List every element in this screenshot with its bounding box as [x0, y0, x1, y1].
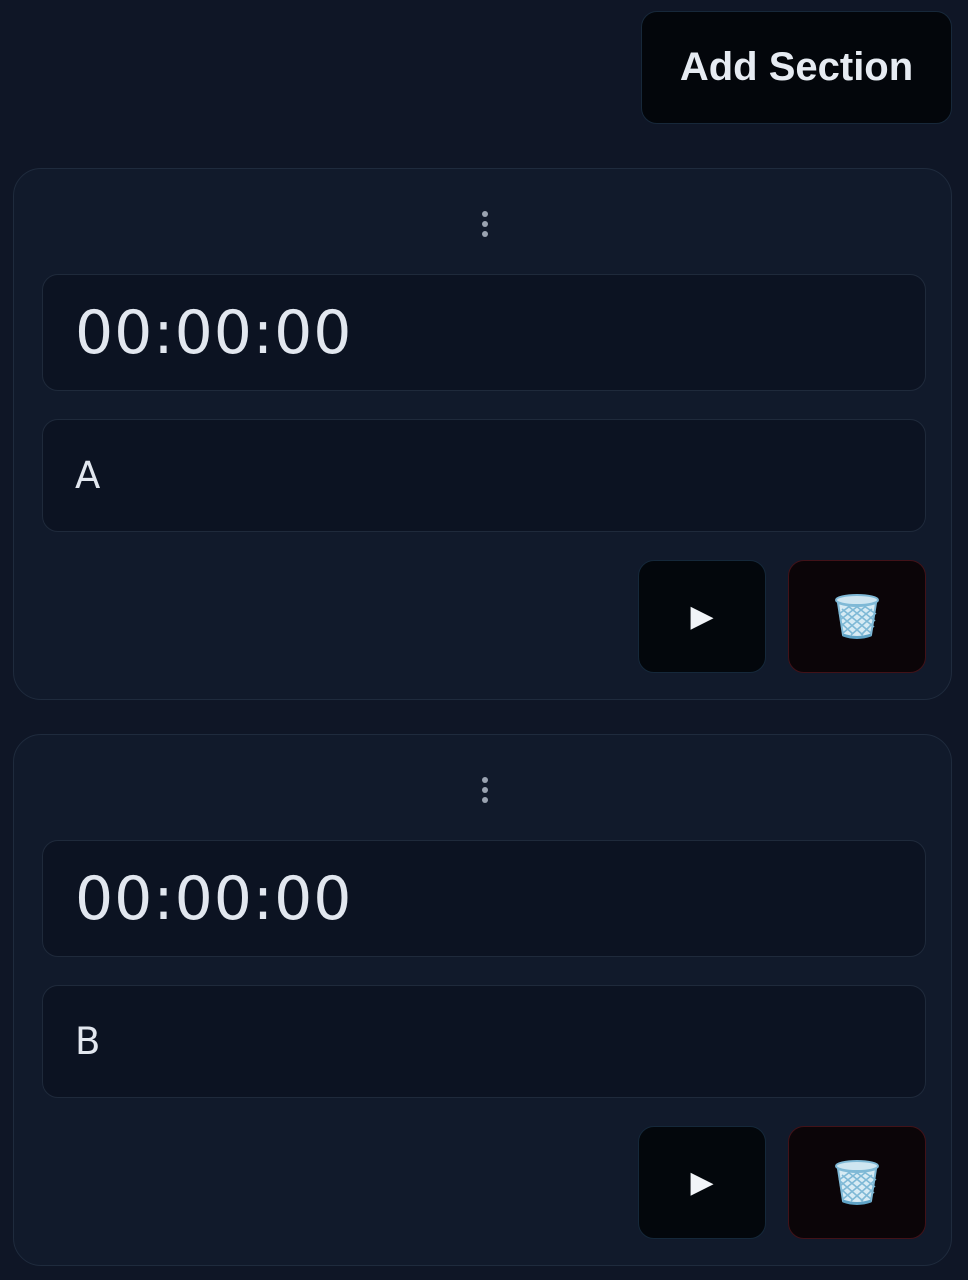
time-display-field[interactable]: 00:00:00 — [42, 840, 926, 957]
trash-icon — [835, 593, 879, 639]
section-label-value: B — [75, 1020, 101, 1063]
play-button[interactable]: ▶ — [638, 1126, 766, 1239]
delete-section-button[interactable] — [788, 1126, 926, 1239]
play-icon: ▶ — [690, 1166, 714, 1199]
timer-section-card: 00:00:00 A ▶ — [13, 168, 952, 700]
play-icon: ▶ — [690, 600, 714, 633]
drag-handle-icon[interactable] — [477, 211, 493, 237]
time-display-field[interactable]: 00:00:00 — [42, 274, 926, 391]
time-value: 00:00:00 — [75, 863, 353, 934]
drag-handle-icon[interactable] — [477, 777, 493, 803]
section-label-field[interactable]: A — [42, 419, 926, 532]
play-button[interactable]: ▶ — [638, 560, 766, 673]
timer-section-card: 00:00:00 B ▶ — [13, 734, 952, 1266]
section-label-field[interactable]: B — [42, 985, 926, 1098]
section-label-value: A — [75, 454, 101, 497]
delete-section-button[interactable] — [788, 560, 926, 673]
trash-icon — [835, 1159, 879, 1205]
add-section-button[interactable]: Add Section — [641, 11, 952, 124]
time-value: 00:00:00 — [75, 297, 353, 368]
